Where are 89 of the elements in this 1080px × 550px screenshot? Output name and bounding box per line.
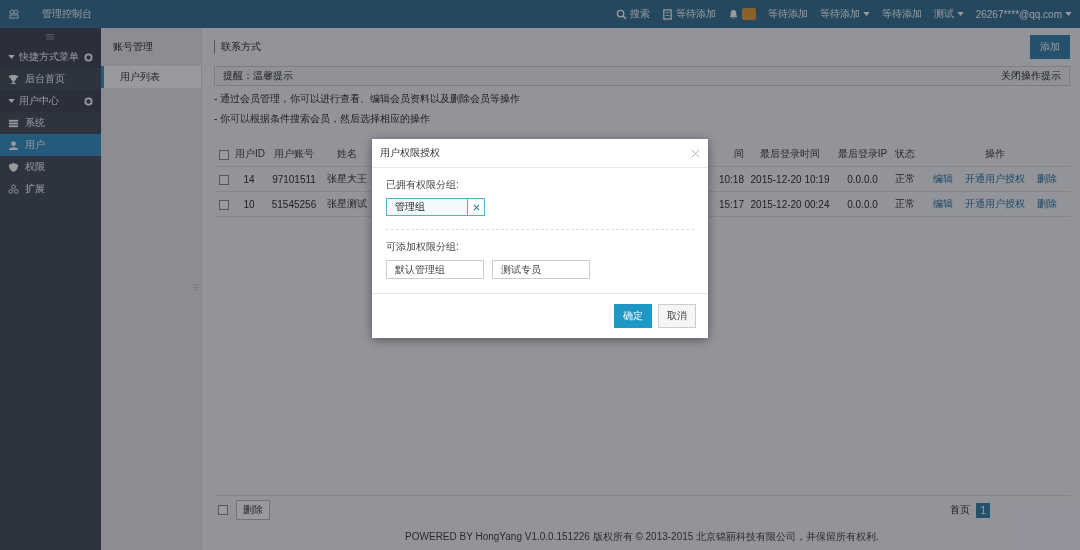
- footer-text: POWERED BY HongYang V1.0.0.151226 版权所有 © 2013-2015 北京锦丽科技有限公司，并保留所有权利.: [405, 530, 879, 544]
- menu-icon[interactable]: [46, 34, 55, 40]
- action-link[interactable]: 编辑: [927, 172, 959, 186]
- sidebar-item[interactable]: 扩展: [0, 178, 101, 200]
- table-cell: 51545256: [271, 198, 317, 210]
- action-link[interactable]: 开通用户授权: [959, 172, 1031, 186]
- table-cell: 正常: [895, 198, 915, 209]
- table-cell: 14: [243, 173, 255, 185]
- table-cell: 0.0.0.0: [847, 173, 878, 185]
- table-cell: 2015-12-20 00:24: [750, 198, 830, 210]
- caret-icon: [8, 99, 15, 103]
- action-link[interactable]: 删除: [1031, 197, 1063, 211]
- column-header: 操作: [985, 148, 1005, 159]
- field-label: 可添加权限分组:: [386, 240, 460, 254]
- page-button[interactable]: 1: [976, 502, 990, 518]
- user-icon: [8, 139, 19, 151]
- nav-link[interactable]: 等待添加: [881, 7, 922, 21]
- list-icon: [8, 117, 19, 129]
- column-header: 最后登录时间: [760, 148, 820, 159]
- caret-icon: [1065, 12, 1072, 16]
- table-cell: 15:17: [718, 198, 744, 210]
- document-icon: [661, 8, 673, 20]
- table-cell: 0.0.0.0: [847, 198, 878, 210]
- nav-link[interactable]: 26267****@qq.com: [975, 8, 1072, 20]
- action-link[interactable]: 删除: [1031, 172, 1063, 186]
- nav-link[interactable]: 等待添加: [661, 7, 716, 21]
- subnav-heading: 账号管理: [111, 40, 154, 54]
- row-checkbox[interactable]: [219, 199, 229, 210]
- shield-icon: [8, 161, 19, 173]
- table-cell: 2015-12-20 10:19: [750, 173, 830, 185]
- table-cell: 10: [243, 198, 255, 210]
- caret-icon: [8, 55, 15, 59]
- nav-link[interactable]: 搜索: [615, 7, 650, 21]
- delete-button[interactable]: 删除: [236, 500, 270, 520]
- page-title: 联系方式: [214, 40, 261, 54]
- nav-link[interactable]: 测试: [933, 7, 964, 21]
- column-header: 姓名: [337, 148, 357, 159]
- nav-link[interactable]: 等待添加: [767, 7, 808, 21]
- subnav-item[interactable]: 用户列表: [100, 66, 201, 88]
- close-icon: [691, 148, 700, 158]
- column-header: 状态: [895, 148, 915, 159]
- logo-icon[interactable]: [8, 8, 20, 20]
- add-button[interactable]: 添加: [1030, 35, 1070, 59]
- close-tips-link[interactable]: 关闭操作提示: [1001, 69, 1061, 83]
- nav-link[interactable]: 等待添加: [819, 7, 870, 21]
- table-cell: 10:18: [718, 173, 744, 185]
- column-header: 间: [734, 148, 744, 159]
- tips-title: 提醒：温馨提示: [223, 69, 293, 83]
- table-cell: 张星测试: [327, 198, 367, 209]
- people-icon: [8, 183, 19, 195]
- table-cell: 正常: [895, 173, 915, 184]
- action-link[interactable]: 编辑: [927, 197, 959, 211]
- notification-badge: [741, 8, 756, 20]
- search-icon: [615, 8, 627, 20]
- confirm-button[interactable]: 确定: [614, 304, 652, 328]
- close-button[interactable]: [691, 148, 700, 158]
- select-all-checkbox[interactable]: [218, 505, 228, 515]
- tip-text: - 通过会员管理，你可以进行查看、编辑会员资料以及删除会员等操作: [214, 92, 522, 106]
- tip-text: - 你可以根据条件搜索会员，然后选择相应的操作: [214, 112, 432, 126]
- dialog-title: 用户权限授权: [380, 146, 440, 160]
- select-all-checkbox[interactable]: [219, 149, 229, 160]
- first-page-link[interactable]: 首页: [950, 503, 971, 517]
- app-title: 管理控制台: [42, 7, 93, 21]
- sidebar-group[interactable]: 用户中心: [0, 90, 101, 112]
- caret-icon: [956, 12, 964, 16]
- column-header: 用户账号: [274, 148, 314, 159]
- row-checkbox[interactable]: [219, 174, 229, 185]
- cancel-button[interactable]: 取消: [658, 304, 696, 328]
- column-header: 用户ID: [235, 148, 265, 159]
- group-tag: 管理组: [387, 199, 467, 215]
- table-cell: 张星大王: [327, 173, 367, 184]
- gear-icon[interactable]: [83, 52, 93, 62]
- table-cell: 97101511: [272, 173, 316, 185]
- sidebar-item[interactable]: 用户: [0, 134, 101, 156]
- field-label: 已拥有权限分组:: [386, 178, 460, 192]
- group-option[interactable]: 测试专员: [492, 260, 590, 279]
- sidebar-group[interactable]: 快捷方式菜单: [0, 46, 101, 68]
- action-link[interactable]: 开通用户授权: [959, 197, 1031, 211]
- sidebar-item[interactable]: 系统: [0, 112, 101, 134]
- trophy-icon: [8, 73, 19, 85]
- caret-icon: [862, 12, 870, 16]
- column-header: 最后登录IP: [837, 148, 888, 159]
- gear-icon[interactable]: [83, 96, 93, 106]
- sidebar-item[interactable]: 后台首页: [0, 68, 101, 90]
- notifications-button[interactable]: [727, 8, 756, 20]
- sidebar-item[interactable]: 权限: [0, 156, 101, 178]
- close-icon: [472, 203, 480, 211]
- group-option[interactable]: 默认管理组: [386, 260, 484, 279]
- bell-icon: [727, 8, 739, 20]
